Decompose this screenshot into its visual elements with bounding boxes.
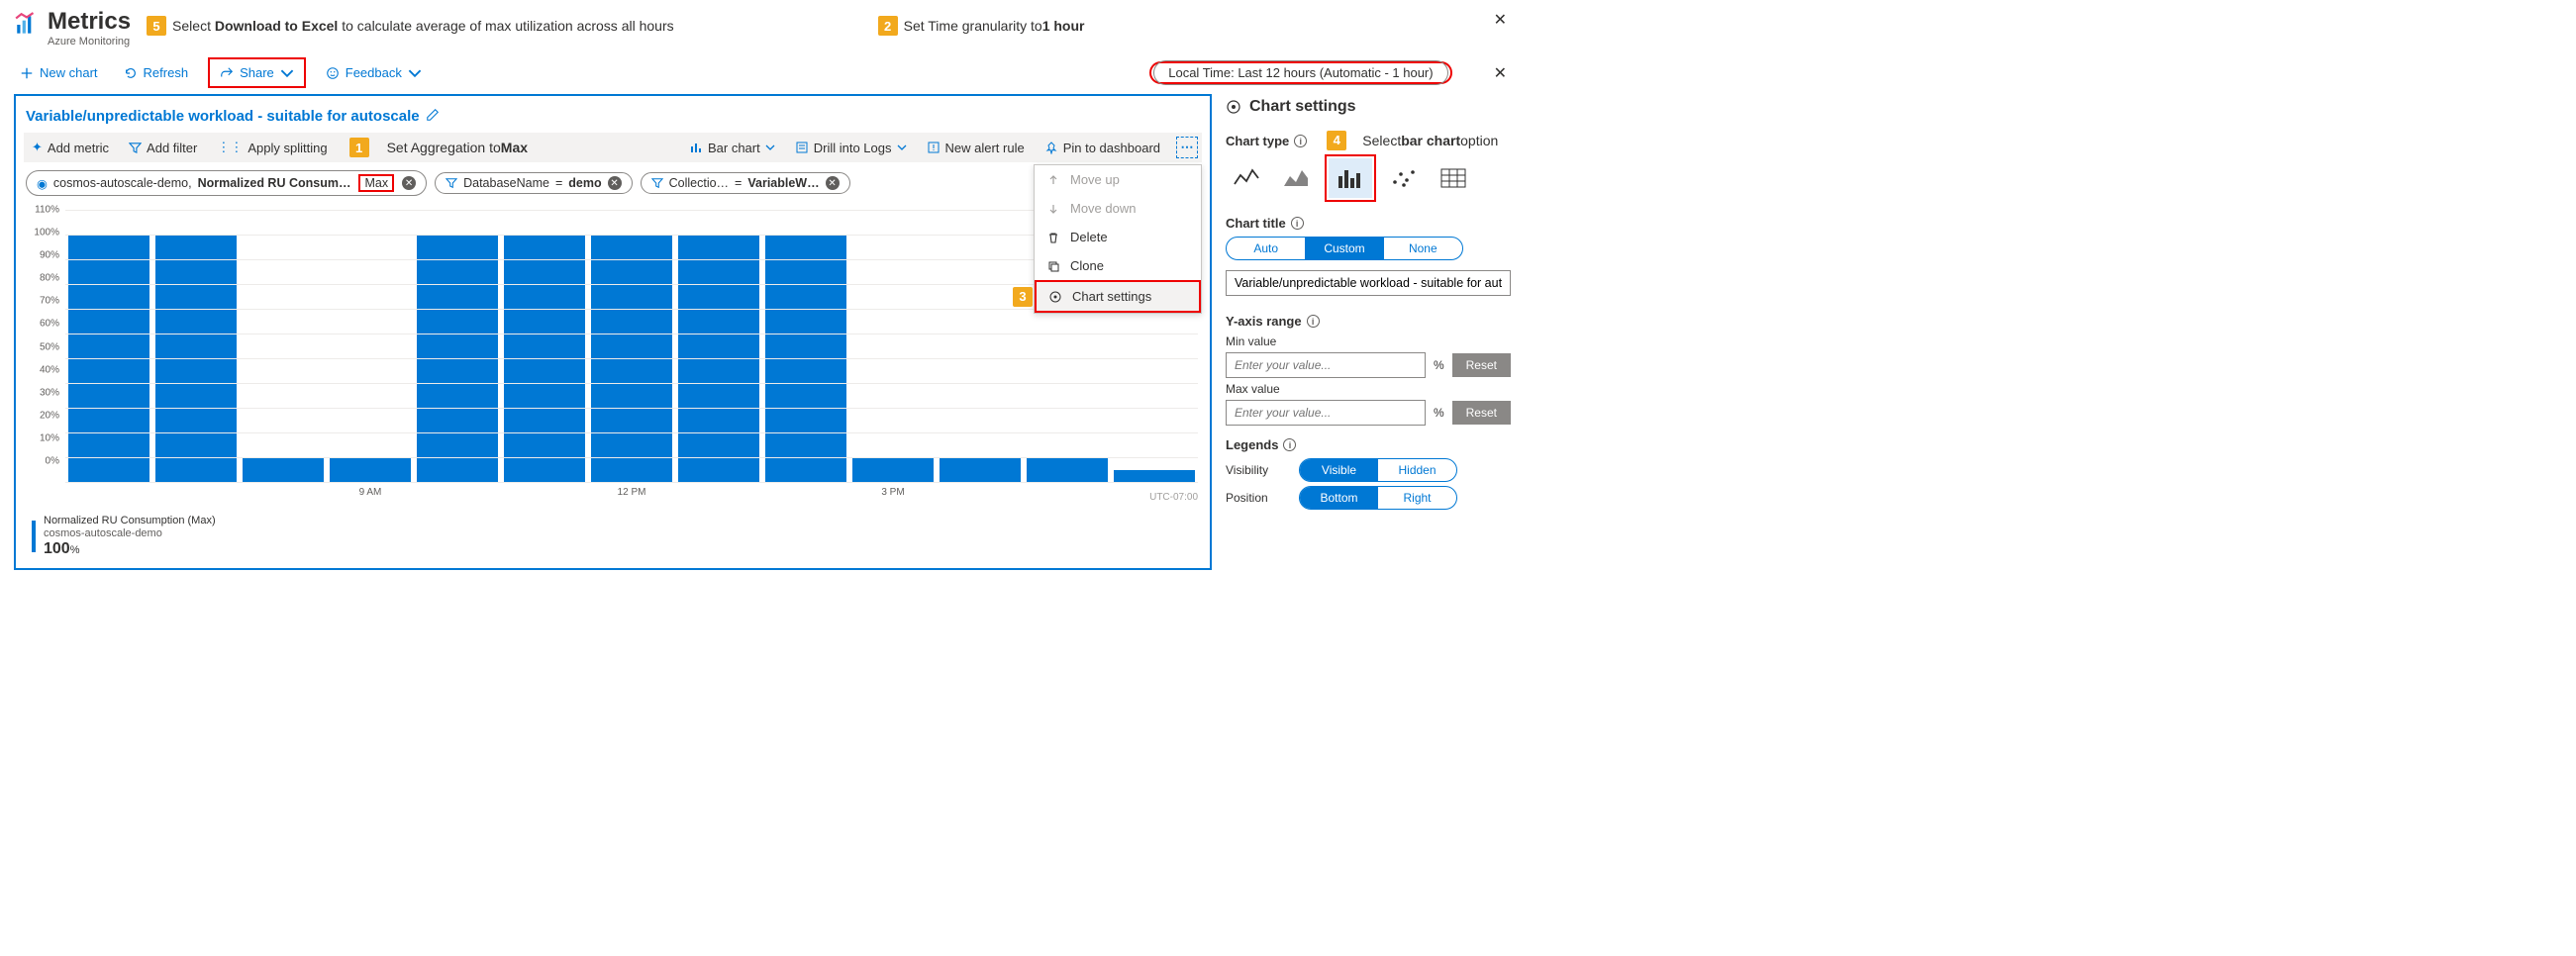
x-tick: 12 PM <box>618 487 646 498</box>
x-tick: 9 AM <box>359 487 382 498</box>
type-scatter-button[interactable] <box>1382 158 1426 198</box>
page-title: Metrics <box>48 8 131 36</box>
bar[interactable] <box>243 457 324 482</box>
pin-dashboard-button[interactable]: Pin to dashboard <box>1040 139 1164 157</box>
context-menu: Move up Move down Delete Clone 3 C <box>1034 164 1202 314</box>
bar[interactable] <box>1114 470 1195 483</box>
menu-move-down: Move down <box>1035 194 1201 223</box>
filter-database-pill[interactable]: DatabaseName = demo ✕ <box>435 172 633 194</box>
filter-icon <box>651 177 663 189</box>
visible-option[interactable]: Visible <box>1300 459 1378 481</box>
filter-icon <box>446 177 457 189</box>
chart-settings-panel: Chart settings Chart typei 4 Select bar … <box>1226 94 1511 514</box>
y-tick: 50% <box>40 341 59 352</box>
more-actions-button[interactable]: ⋯ <box>1176 137 1198 158</box>
menu-move-up: Move up <box>1035 165 1201 194</box>
legend-metric-name: Normalized RU Consumption (Max) <box>44 515 216 527</box>
legend-resource: cosmos-autoscale-demo <box>44 527 216 540</box>
bar[interactable] <box>940 457 1021 482</box>
add-metric-button[interactable]: ✦Add metric <box>28 138 113 157</box>
y-tick: 70% <box>40 296 59 307</box>
menu-chart-settings[interactable]: 3 Chart settings <box>1035 280 1201 313</box>
callout-badge-2: 2 <box>878 16 898 36</box>
hidden-option[interactable]: Hidden <box>1378 459 1456 481</box>
remove-filter2-button[interactable]: ✕ <box>826 176 840 190</box>
position-segmented[interactable]: Bottom Right <box>1299 486 1457 510</box>
callout-badge-5: 5 <box>147 16 166 36</box>
title-custom-option[interactable]: Custom <box>1305 238 1383 259</box>
new-chart-button[interactable]: New chart <box>14 61 104 84</box>
edit-title-button[interactable] <box>426 108 440 125</box>
refresh-button[interactable]: Refresh <box>118 61 195 84</box>
share-button[interactable]: Share <box>214 61 300 84</box>
metric-pill[interactable]: ◉ cosmos-autoscale-demo, Normalized RU C… <box>26 170 427 196</box>
right-option[interactable]: Right <box>1378 487 1456 509</box>
y-tick: 60% <box>40 319 59 330</box>
callout-text-2: Set Time granularity to 1 hour <box>904 18 1085 34</box>
bar[interactable] <box>330 457 411 482</box>
max-value-input[interactable] <box>1226 400 1426 426</box>
type-line-button[interactable] <box>1226 158 1269 198</box>
callout-badge-1: 1 <box>349 138 369 157</box>
menu-delete[interactable]: Delete <box>1035 223 1201 251</box>
title-mode-segmented[interactable]: Auto Custom None <box>1226 237 1463 260</box>
utc-label: UTC-07:00 <box>1149 492 1198 503</box>
callout-text-4: Select bar chart option <box>1362 133 1498 148</box>
max-reset-button[interactable]: Reset <box>1452 401 1511 425</box>
info-icon[interactable]: i <box>1283 438 1296 451</box>
y-tick: 30% <box>40 387 59 398</box>
remove-metric-button[interactable]: ✕ <box>402 176 416 190</box>
title-auto-option[interactable]: Auto <box>1227 238 1305 259</box>
y-tick: 10% <box>40 432 59 443</box>
callout-badge-3: 3 <box>1013 287 1033 307</box>
bar[interactable] <box>852 457 934 482</box>
min-value-input[interactable] <box>1226 352 1426 378</box>
time-range-pill[interactable]: Local Time: Last 12 hours (Automatic - 1… <box>1153 60 1447 85</box>
y-tick: 90% <box>40 250 59 261</box>
y-tick: 40% <box>40 364 59 375</box>
close-button[interactable]: ✕ <box>1490 6 1511 34</box>
bottom-option[interactable]: Bottom <box>1300 487 1378 509</box>
drill-logs-button[interactable]: Drill into Logs <box>791 139 911 157</box>
y-tick: 80% <box>40 273 59 284</box>
callout-text-5: Select Download to Excel to calculate av… <box>172 18 674 34</box>
cosmos-icon: ◉ <box>37 176 48 191</box>
type-area-button[interactable] <box>1275 158 1319 198</box>
type-bar-button[interactable] <box>1329 158 1372 198</box>
panel-title: Chart settings <box>1249 98 1511 116</box>
min-reset-button[interactable]: Reset <box>1452 353 1511 377</box>
metrics-icon <box>14 12 40 38</box>
apply-splitting-button[interactable]: ⋮⋮Apply splitting <box>213 138 331 157</box>
menu-clone[interactable]: Clone <box>1035 251 1201 280</box>
feedback-button[interactable]: Feedback <box>320 61 428 84</box>
callout-badge-4: 4 <box>1327 131 1346 150</box>
add-filter-button[interactable]: Add filter <box>125 139 201 157</box>
info-icon[interactable]: i <box>1307 315 1320 328</box>
chart-type-dropdown[interactable]: Bar chart <box>685 139 779 157</box>
bar[interactable] <box>1027 457 1108 482</box>
remove-filter1-button[interactable]: ✕ <box>608 176 622 190</box>
y-tick: 100% <box>34 228 59 239</box>
info-icon[interactable]: i <box>1291 217 1304 230</box>
chart-plot: 0%10%20%30%40%50%60%70%80%90%100%110% UT… <box>48 210 1198 507</box>
visibility-segmented[interactable]: Visible Hidden <box>1299 458 1457 482</box>
title-none-option[interactable]: None <box>1384 238 1462 259</box>
x-tick: 3 PM <box>881 487 904 498</box>
y-tick: 20% <box>40 410 59 421</box>
legend-color-swatch <box>32 521 36 552</box>
type-grid-button[interactable] <box>1432 158 1475 198</box>
chart-title: Variable/unpredictable workload - suitab… <box>26 108 420 125</box>
callout-text-1: Set Aggregation to Max <box>387 140 528 155</box>
gear-icon <box>1226 99 1241 115</box>
chart-title-input[interactable] <box>1226 270 1511 296</box>
legend-value: 100 <box>44 540 70 557</box>
chart-card: Variable/unpredictable workload - suitab… <box>14 94 1212 570</box>
info-icon[interactable]: i <box>1294 135 1307 147</box>
page-subtitle: Azure Monitoring <box>48 36 131 48</box>
filter-collection-pill[interactable]: Collectio… = VariableW… ✕ <box>641 172 850 194</box>
y-tick: 0% <box>46 455 59 466</box>
new-alert-button[interactable]: New alert rule <box>923 139 1029 157</box>
settings-close-button[interactable]: ✕ <box>1490 59 1511 87</box>
y-tick: 110% <box>35 205 59 216</box>
